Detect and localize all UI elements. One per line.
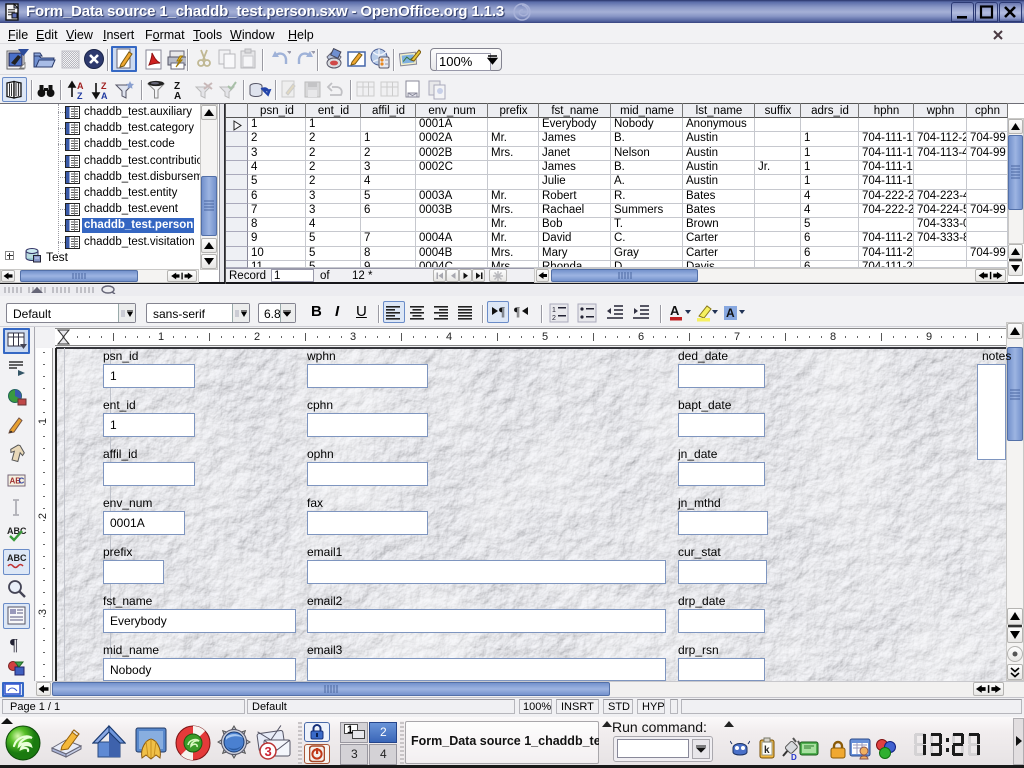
svg-text:A: A [174,91,181,101]
svg-text:¶: ¶ [10,635,18,654]
svg-text:¶: ¶ [514,304,520,319]
svg-text:A: A [726,306,735,320]
svg-text:3: 3 [265,744,272,759]
svg-text:A: A [101,91,108,101]
svg-text:¶: ¶ [499,304,505,319]
svg-text:A: A [77,81,84,91]
svg-text:D: D [791,753,797,762]
svg-text:2: 2 [552,315,556,322]
svg-text:C: C [19,477,25,486]
svg-text:Z: Z [77,91,83,101]
svg-text:Z: Z [101,81,107,91]
svg-text:k: k [764,745,770,756]
svg-text:ABC: ABC [7,526,27,536]
svg-text:ABC: ABC [7,553,27,563]
svg-text:A: A [670,303,680,318]
svg-text:1: 1 [552,307,556,314]
